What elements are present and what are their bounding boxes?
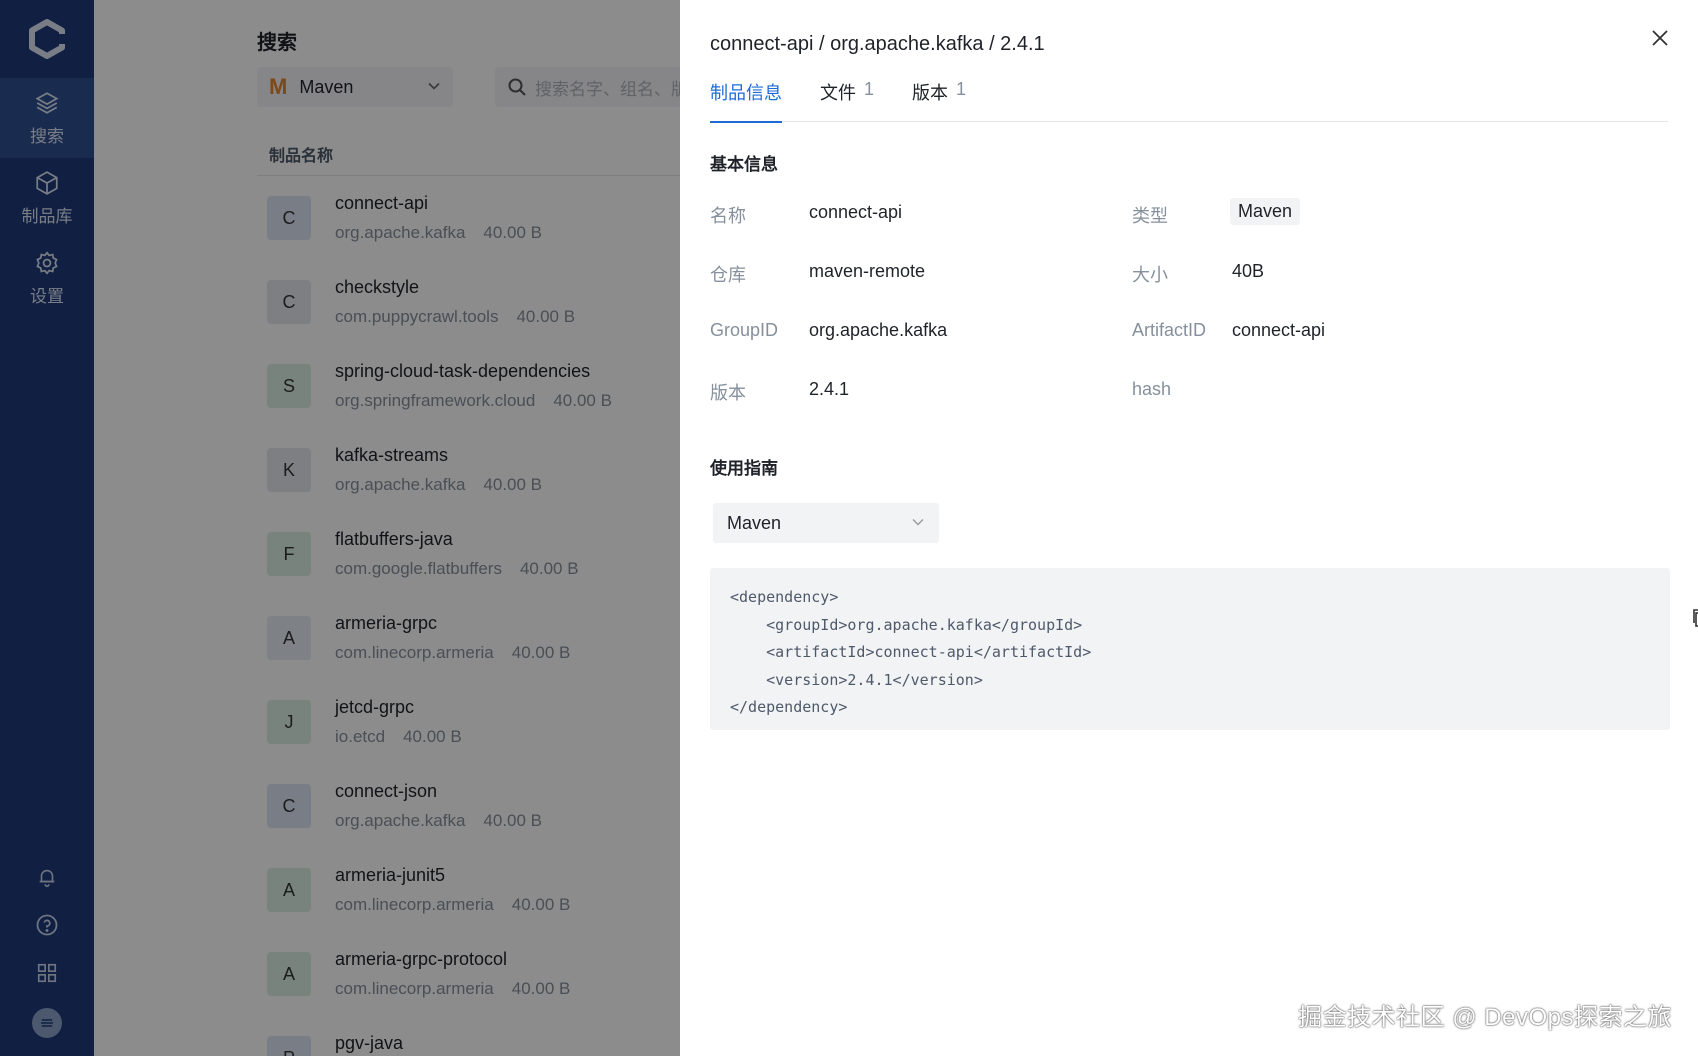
watermark: 掘金技术社区 @ DevOps探索之旅 bbox=[1298, 1004, 1672, 1031]
size-value: 40B bbox=[1232, 261, 1265, 281]
dependency-code-block: <dependency> <groupId>org.apache.kafka</… bbox=[710, 568, 1698, 730]
basic-info-title: 基本信息 bbox=[710, 155, 778, 174]
usage-guide-title: 使用指南 bbox=[710, 459, 778, 478]
tab-count: 1 bbox=[864, 79, 875, 99]
code-line: <dependency> bbox=[730, 588, 839, 606]
artifactid-label: ArtifactID bbox=[1132, 320, 1207, 340]
chevron-down-icon bbox=[911, 513, 925, 534]
hash-label: hash bbox=[1132, 379, 1172, 399]
version-label: 版本 bbox=[710, 383, 746, 403]
build-tool-value: Maven bbox=[727, 512, 782, 533]
modal-overlay[interactable] bbox=[0, 0, 680, 1056]
copy-button[interactable] bbox=[1636, 580, 1698, 627]
code-line: <version>2.4.1</version> bbox=[730, 670, 983, 689]
tab-files[interactable]: 文件 1 bbox=[820, 74, 874, 122]
close-button[interactable] bbox=[1648, 26, 1672, 50]
name-value: connect-api bbox=[809, 202, 903, 222]
copy-icon bbox=[1693, 608, 1698, 627]
type-badge: Maven bbox=[1230, 198, 1301, 225]
tab-label: 制品信息 bbox=[710, 83, 782, 103]
tab-versions[interactable]: 版本 1 bbox=[912, 74, 966, 122]
tab-artifact-info[interactable]: 制品信息 bbox=[710, 74, 782, 123]
drawer-title: connect-api / org.apache.kafka / 2.4.1 bbox=[710, 33, 1045, 55]
tab-label: 文件 bbox=[820, 83, 856, 103]
drawer-tabs: 制品信息 文件 1 版本 1 bbox=[710, 74, 1668, 123]
tab-label: 版本 bbox=[912, 83, 949, 103]
type-label: 类型 bbox=[1132, 206, 1168, 226]
size-label: 大小 bbox=[1132, 265, 1168, 285]
repo-value: maven-remote bbox=[809, 261, 926, 281]
repo-label: 仓库 bbox=[710, 265, 746, 285]
artifact-detail-drawer: connect-api / org.apache.kafka / 2.4.1 制… bbox=[680, 0, 1698, 1056]
code-line: </dependency> bbox=[730, 698, 848, 716]
groupid-value: org.apache.kafka bbox=[809, 320, 948, 340]
artifactid-value: connect-api bbox=[1232, 320, 1326, 340]
code-line: <groupId>org.apache.kafka</groupId> bbox=[730, 615, 1083, 634]
version-value: 2.4.1 bbox=[809, 379, 850, 399]
tab-count: 1 bbox=[956, 79, 967, 99]
groupid-label: GroupID bbox=[710, 320, 779, 340]
name-label: 名称 bbox=[710, 206, 746, 226]
close-icon bbox=[1652, 30, 1668, 46]
code-line: <artifactId>connect-api</artifactId> bbox=[730, 643, 1092, 661]
build-tool-select[interactable]: Maven bbox=[713, 503, 939, 543]
